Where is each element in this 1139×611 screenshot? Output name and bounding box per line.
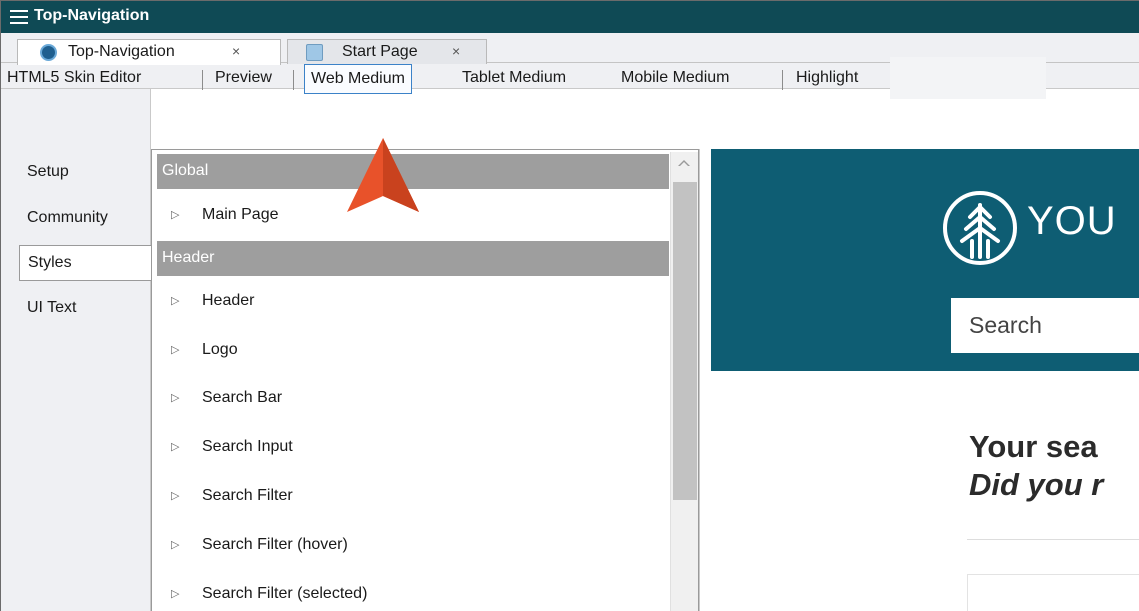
web-medium-button[interactable]: Web Medium [304,64,412,94]
mobile-medium-button[interactable]: Mobile Medium [621,64,729,94]
tablet-medium-button[interactable]: Tablet Medium [462,64,566,94]
tab-label: Start Page [342,43,418,60]
group-header-header: Header [157,241,669,276]
expand-arrow-icon[interactable]: ▷ [171,574,179,611]
result-subheading: Did you r [969,467,1104,502]
expand-arrow-icon[interactable]: ▷ [171,525,179,565]
list-item-search-input[interactable]: ▷ Search Input [157,427,667,467]
expand-arrow-icon[interactable]: ▷ [171,281,179,321]
list-item-search-filter[interactable]: ▷ Search Filter [157,476,667,516]
expand-arrow-icon[interactable]: ▷ [171,378,179,418]
window-title: Top-Navigation [34,7,150,24]
list-item-label: Search Filter (selected) [202,585,368,602]
list-item-search-filter-hover[interactable]: ▷ Search Filter (hover) [157,525,667,565]
result-heading: Your sea [969,429,1098,464]
tab-top-navigation[interactable]: Top-Navigation × [17,39,281,65]
expand-arrow-icon[interactable]: ▷ [171,195,179,235]
menu-icon[interactable] [10,8,28,25]
tab-styles[interactable]: Styles [19,245,151,281]
logo-text: YOU [1027,199,1117,243]
list-item-label: Main Page [202,206,279,223]
toolbar-blank-area [890,57,1046,99]
divider [967,539,1139,540]
list-item-label: Header [202,292,255,309]
tab-ui-text[interactable]: UI Text [19,291,151,327]
list-item-label: Logo [202,341,238,358]
search-placeholder: Search [969,312,1042,338]
callout-arrow-icon [347,138,419,212]
preview-panel: YOU Search Your sea Did you r [699,149,1139,611]
app-window: Top-Navigation Top-Navigation × Start Pa… [0,0,1139,611]
expand-arrow-icon[interactable]: ▷ [171,476,179,516]
list-item-label: Search Filter [202,487,293,504]
list-item-header[interactable]: ▷ Header [157,281,667,321]
styles-list: Global ▷ Main Page Header ▷ Header ▷ Log… [151,149,699,611]
left-tab-panel: Setup Community Styles UI Text [1,89,151,611]
toolbar-separator [782,70,783,90]
list-item-search-bar[interactable]: ▷ Search Bar [157,378,667,418]
list-item-search-filter-selected[interactable]: ▷ Search Filter (selected) [157,574,667,611]
globe-icon [40,44,57,61]
tab-label: Top-Navigation [68,43,175,60]
list-item-label: Search Bar [202,389,283,406]
scroll-thumb[interactable] [673,182,697,500]
result-box [967,574,1139,611]
preview-header: YOU Search [711,149,1139,371]
vertical-scrollbar[interactable] [670,152,698,611]
toolbar-separator [202,70,203,90]
scroll-up-icon[interactable] [678,158,690,168]
list-item-label: Search Input [202,438,293,455]
expand-arrow-icon[interactable]: ▷ [171,427,179,467]
title-bar: Top-Navigation [1,1,1139,33]
close-icon[interactable]: × [452,43,460,59]
tab-community[interactable]: Community [19,201,151,237]
tree-logo-icon [943,191,1017,265]
close-icon[interactable]: × [232,43,240,59]
preview-button[interactable]: Preview [215,64,272,94]
page-icon [306,44,323,61]
list-item-logo[interactable]: ▷ Logo [157,330,667,370]
preview-search-input[interactable]: Search [951,298,1139,353]
expand-arrow-icon[interactable]: ▷ [171,330,179,370]
tab-setup[interactable]: Setup [19,155,151,191]
highlight-button[interactable]: Highlight [796,64,858,94]
tree-icon [960,203,1000,259]
toolbar-separator [293,70,294,90]
list-item-label: Search Filter (hover) [202,536,348,553]
tab-start-page[interactable]: Start Page × [287,39,487,64]
